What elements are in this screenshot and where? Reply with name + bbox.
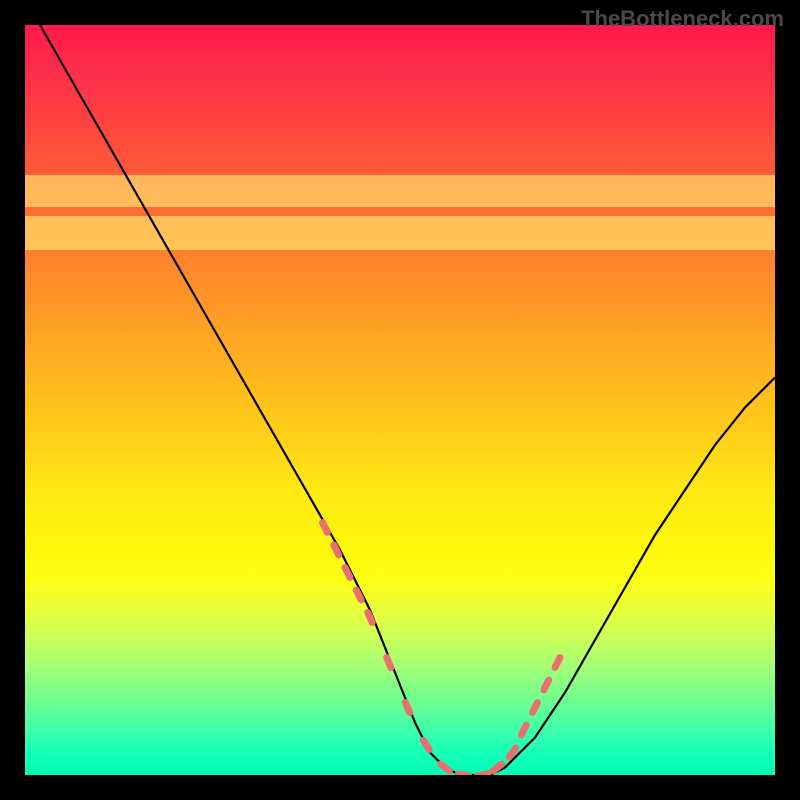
highlight-dot xyxy=(454,770,473,775)
highlight-dot xyxy=(382,653,395,672)
highlight-dot xyxy=(329,540,343,559)
highlight-dot xyxy=(539,675,553,694)
highlight-dot xyxy=(517,720,531,739)
highlight-dot xyxy=(352,585,366,604)
chart-plot-area xyxy=(25,25,775,775)
highlight-dot xyxy=(550,653,564,672)
highlight-dot xyxy=(363,608,377,627)
highlight-dot xyxy=(318,518,332,537)
chart-svg xyxy=(25,25,775,775)
highlight-dot xyxy=(340,563,354,582)
watermark-text: TheBottleneck.com xyxy=(581,6,784,32)
highlight-dot xyxy=(401,698,415,717)
highlight-dot xyxy=(473,770,492,775)
bottleneck-curve xyxy=(40,25,775,775)
highlight-dot xyxy=(528,698,542,717)
highlight-dot xyxy=(419,736,434,755)
highlight-dot xyxy=(436,759,454,775)
